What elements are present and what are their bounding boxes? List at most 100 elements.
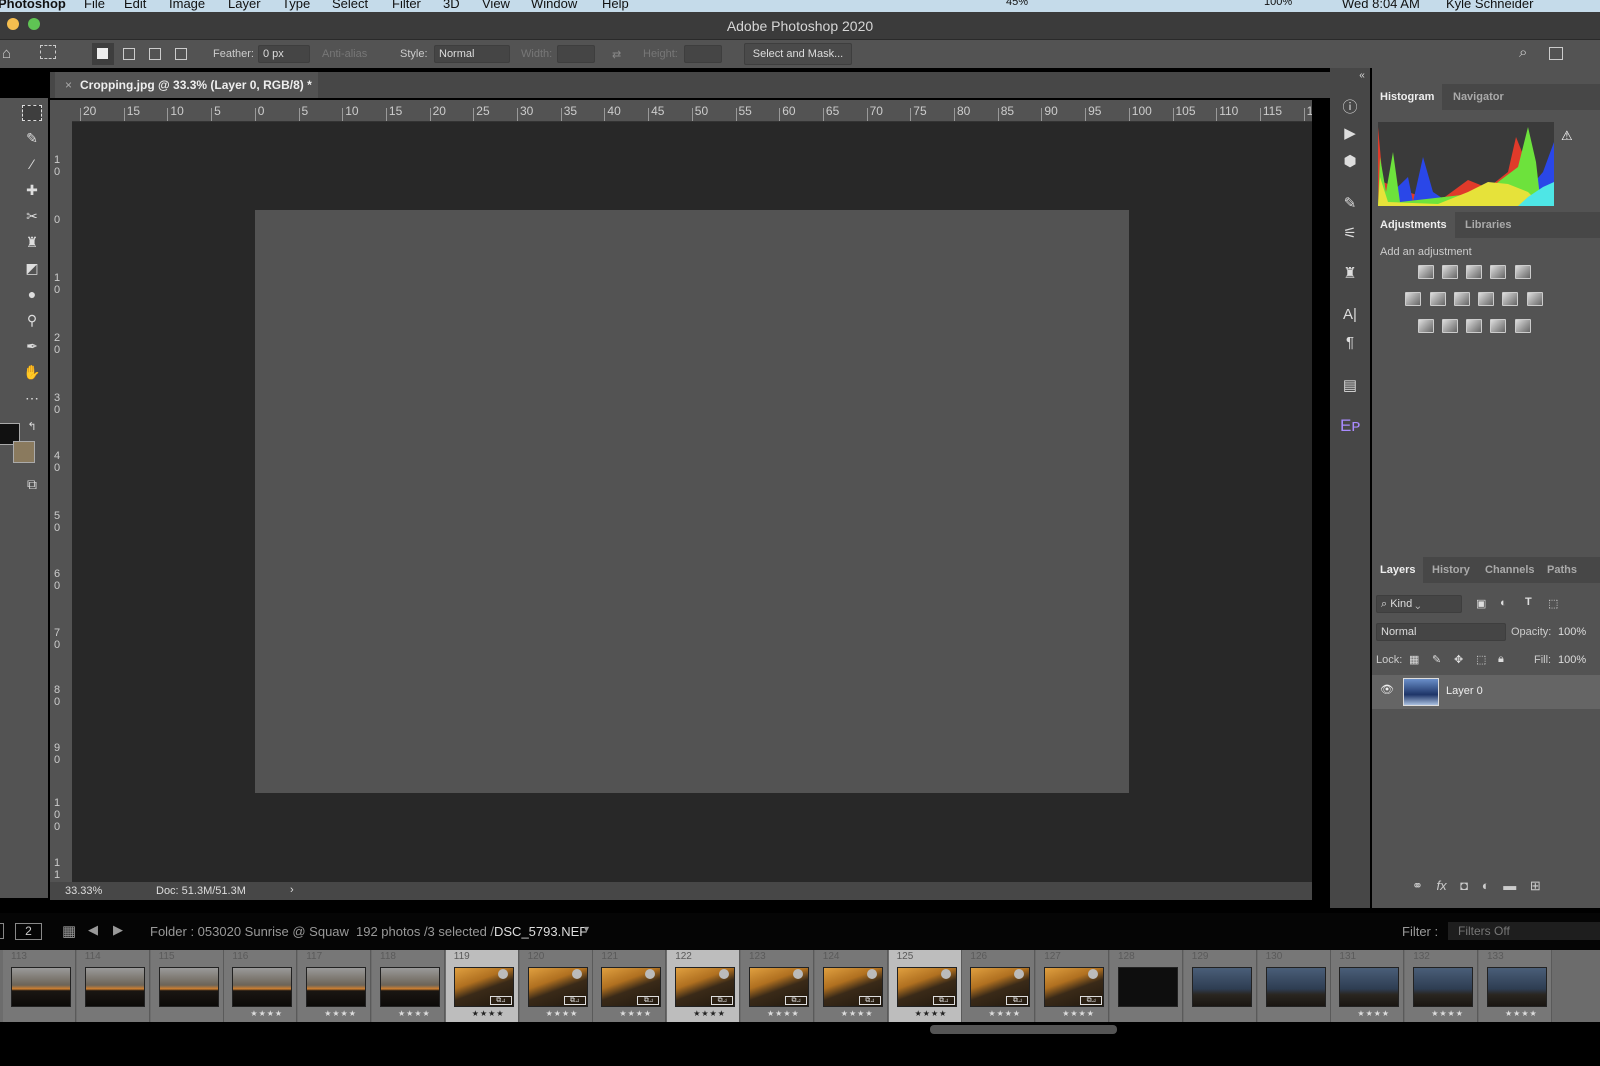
width-input[interactable] bbox=[557, 45, 595, 63]
lock-pixels-icon[interactable]: ✎ bbox=[1432, 653, 1441, 666]
star-rating[interactable]: ★★★★ bbox=[619, 1009, 652, 1018]
horizontal-ruler[interactable]: 20 15 10 5 0 5 10 15 20 25 30 35 40 45 50 55 60 65 70 75 80 8… bbox=[72, 100, 1312, 122]
fill-input[interactable]: 100% bbox=[1558, 654, 1586, 666]
character-icon[interactable]: A| bbox=[1340, 306, 1360, 323]
menu-help[interactable]: Help bbox=[602, 0, 629, 11]
workspace-icon[interactable] bbox=[1549, 47, 1563, 60]
photo-thumbnail[interactable] bbox=[306, 967, 367, 1007]
filter-adjustment-icon[interactable]: ◐ bbox=[1500, 597, 1507, 609]
stamp-tool-icon[interactable]: ♜ bbox=[22, 234, 42, 251]
levels-adjustment-icon[interactable] bbox=[1442, 265, 1458, 279]
filmstrip-cell[interactable]: 129 bbox=[1183, 950, 1257, 1022]
ruler-origin[interactable] bbox=[50, 100, 72, 122]
selective-color-adjustment-icon[interactable] bbox=[1490, 319, 1506, 333]
filmstrip-cell[interactable]: 132 ★★★★ bbox=[1405, 950, 1479, 1022]
star-rating[interactable]: ★★★★ bbox=[1505, 1009, 1538, 1018]
edit-badges-icon[interactable]: ⧉⊿ bbox=[1080, 996, 1103, 1005]
content-aware-move-icon[interactable]: ✂ bbox=[22, 208, 42, 225]
invert-adjustment-icon[interactable] bbox=[1418, 319, 1434, 333]
intersect-selection-icon[interactable] bbox=[175, 48, 187, 60]
photo-thumbnail[interactable] bbox=[1265, 967, 1326, 1007]
edit-badges-icon[interactable]: ⧉⊿ bbox=[785, 996, 807, 1005]
battery-level[interactable]: 100% bbox=[1264, 0, 1292, 8]
filter-shape-icon[interactable]: ⬚ bbox=[1548, 597, 1558, 610]
antialias-checkbox[interactable]: Anti-alias bbox=[322, 48, 367, 60]
height-input[interactable] bbox=[684, 45, 722, 63]
photo-thumbnail[interactable] bbox=[1339, 967, 1400, 1007]
selected-file[interactable]: DSC_5793.NEF bbox=[494, 924, 587, 939]
screen-mode-icon[interactable]: ⧉ bbox=[22, 476, 42, 493]
tab-layers[interactable]: Layers bbox=[1372, 557, 1424, 583]
star-rating[interactable]: ★★★★ bbox=[250, 1009, 283, 1018]
swatches-icon[interactable]: ▤ bbox=[1340, 376, 1360, 394]
photo-thumbnail[interactable] bbox=[380, 967, 440, 1007]
star-rating[interactable]: ★★★★ bbox=[1357, 1009, 1390, 1018]
pen-tool-icon[interactable]: ✒ bbox=[22, 338, 42, 355]
filmstrip-cell[interactable]: 115 bbox=[150, 950, 224, 1022]
menu-file[interactable]: File bbox=[84, 0, 105, 11]
menu-edit[interactable]: Edit bbox=[124, 0, 146, 11]
swap-icon[interactable]: ⇄ bbox=[612, 48, 621, 61]
folder-source[interactable]: Folder : 053020 Sunrise @ Squaw bbox=[150, 924, 349, 939]
filter-type-icon[interactable]: T bbox=[1525, 596, 1532, 608]
exposure-adjustment-icon[interactable] bbox=[1490, 265, 1506, 279]
swap-colors-icon[interactable]: ↰ bbox=[22, 420, 42, 433]
tab-adjustments[interactable]: Adjustments bbox=[1372, 212, 1455, 238]
color-balance-adjustment-icon[interactable] bbox=[1430, 292, 1446, 306]
star-rating[interactable]: ★★★★ bbox=[841, 1009, 874, 1018]
photo-filter-adjustment-icon[interactable] bbox=[1478, 292, 1494, 306]
black-white-adjustment-icon[interactable] bbox=[1454, 292, 1470, 306]
opacity-input[interactable]: 100% bbox=[1558, 626, 1586, 638]
fx-icon[interactable]: fx bbox=[1437, 878, 1447, 893]
back-arrow-icon[interactable]: ◀ bbox=[88, 922, 98, 938]
vertical-ruler[interactable]: 1 0 0 1 0 2 0 3 0 4 0 5 0 6 0 7 0 8 0 9 0 1 0 0 1 1 bbox=[50, 122, 72, 882]
tab-libraries[interactable]: Libraries bbox=[1457, 212, 1519, 238]
forward-arrow-icon[interactable]: ▶ bbox=[113, 922, 123, 938]
lock-all-icon[interactable]: 🔒︎ bbox=[1498, 653, 1504, 666]
actions-play-icon[interactable]: ▶ bbox=[1340, 124, 1360, 142]
clock[interactable]: Wed 8:04 AM bbox=[1342, 0, 1420, 11]
edit-badges-icon[interactable]: ⧉⊿ bbox=[637, 996, 660, 1005]
histogram-warning-icon[interactable]: ⚠ bbox=[1561, 128, 1573, 144]
marquee-tool-icon[interactable] bbox=[22, 105, 42, 121]
brush-settings-icon[interactable]: ✎ bbox=[1340, 194, 1360, 212]
edit-badges-icon[interactable]: ⧉⊿ bbox=[563, 996, 586, 1005]
filmstrip-cell[interactable]: 121 ⧉⊿ ★★★★ bbox=[593, 950, 667, 1022]
color-lookup-adjustment-icon[interactable] bbox=[1527, 292, 1543, 306]
blur-tool-icon[interactable]: ● bbox=[22, 286, 42, 302]
new-group-icon[interactable]: ▬ bbox=[1503, 878, 1516, 893]
menu-3d[interactable]: 3D bbox=[443, 0, 460, 11]
filmstrip-cell[interactable]: 131 ★★★★ bbox=[1331, 950, 1405, 1022]
photo-thumbnail[interactable] bbox=[1413, 967, 1474, 1007]
filter-pixel-icon[interactable]: ▣ bbox=[1476, 597, 1486, 610]
channel-mixer-adjustment-icon[interactable] bbox=[1502, 292, 1518, 306]
filmstrip-cell[interactable]: 126 ⧉⊿ ★★★★ bbox=[962, 950, 1036, 1022]
layer-name[interactable]: Layer 0 bbox=[1446, 685, 1483, 697]
star-rating[interactable]: ★★★★ bbox=[1431, 1009, 1464, 1018]
healing-tool-icon[interactable]: ✚ bbox=[22, 182, 42, 199]
blend-mode-select[interactable]: Normal bbox=[1376, 623, 1506, 641]
document-tab[interactable]: × Cropping.jpg @ 33.3% (Layer 0, RGB/8) * bbox=[55, 72, 318, 98]
quick-select-tool-icon[interactable]: ✎ bbox=[22, 130, 42, 147]
filmstrip-cell[interactable]: 122 ⧉⊿ ★★★★ bbox=[667, 950, 741, 1022]
extension-ep-icon[interactable]: Eᴘ bbox=[1340, 416, 1360, 436]
star-rating[interactable]: ★★★★ bbox=[324, 1009, 357, 1018]
canvas-area[interactable] bbox=[72, 122, 1312, 882]
brightness-adjustment-icon[interactable] bbox=[1418, 265, 1434, 279]
subtract-selection-icon[interactable] bbox=[149, 48, 161, 60]
eraser-tool-icon[interactable]: ◩ bbox=[22, 260, 42, 277]
edit-badges-icon[interactable]: ⧉⊿ bbox=[711, 996, 734, 1005]
lock-transparency-icon[interactable]: ▦ bbox=[1409, 653, 1419, 666]
visibility-eye-icon[interactable]: 👁︎ bbox=[1380, 683, 1394, 696]
more-tools-icon[interactable]: ⋯ bbox=[22, 390, 42, 407]
collapse-panels-icon[interactable]: « bbox=[1352, 70, 1372, 81]
edit-badges-icon[interactable]: ⧉⊿ bbox=[932, 996, 955, 1005]
dodge-tool-icon[interactable]: ⚲ bbox=[22, 312, 42, 329]
star-rating[interactable]: ★★★★ bbox=[693, 1009, 726, 1018]
star-rating[interactable]: ★★★★ bbox=[988, 1009, 1021, 1018]
tab-channels[interactable]: Channels bbox=[1477, 557, 1543, 583]
screen-2-button[interactable]: 2 bbox=[15, 923, 42, 940]
star-rating[interactable]: ★★★★ bbox=[915, 1009, 948, 1018]
style-select[interactable]: Normal bbox=[434, 45, 510, 63]
edit-badges-icon[interactable]: ⧉⊿ bbox=[489, 996, 512, 1005]
